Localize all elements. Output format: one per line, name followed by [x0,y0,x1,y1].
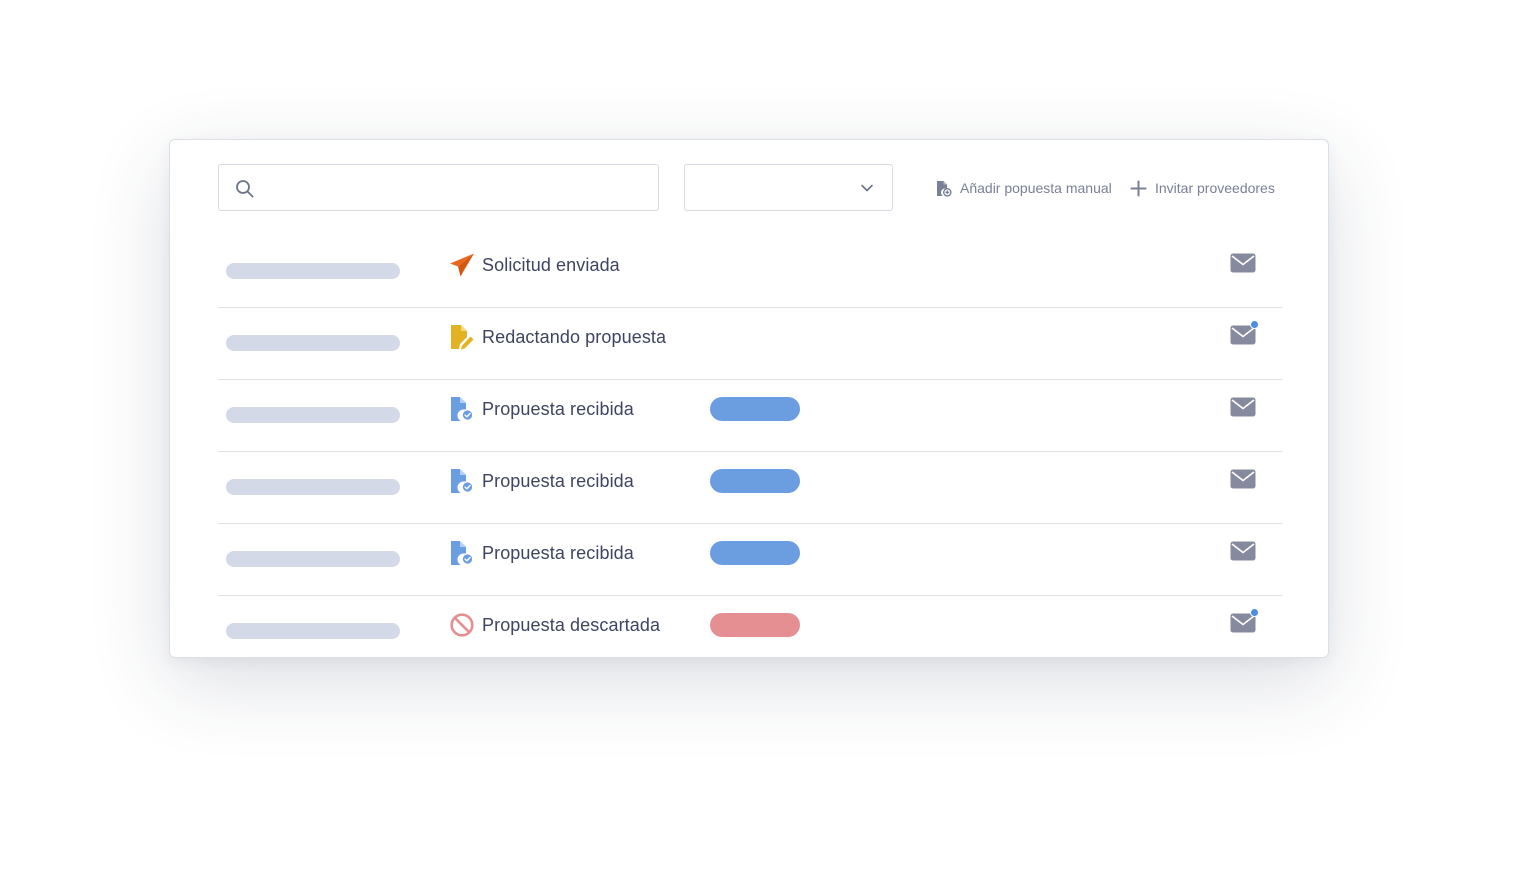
supplier-row[interactable]: Propuesta recibida [218,524,1283,596]
supplier-name-placeholder [226,551,400,567]
supplier-row[interactable]: Propuesta recibida [218,380,1283,452]
add-manual-proposal-label: Añadir popuesta manual [960,180,1112,196]
mail-button[interactable] [1230,469,1256,489]
search-field[interactable] [218,164,659,212]
status-label: Propuesta recibida [482,542,634,563]
ban-icon [449,612,475,638]
mail-button[interactable] [1230,541,1256,561]
plus-icon [1130,180,1147,196]
status-label: Redactando propuesta [482,326,667,347]
mail-button[interactable] [1230,253,1256,273]
status: Redactando propuesta [449,324,666,350]
supplier-name-placeholder [226,335,400,351]
envelope-icon [1230,325,1256,349]
supplier-row[interactable]: Propuesta descartada [218,596,1283,668]
envelope-icon [1230,469,1256,493]
supplier-name-placeholder [226,407,400,423]
envelope-icon [1230,253,1256,277]
invite-suppliers-label: Invitar proveedores [1155,180,1275,196]
status-badge [710,541,800,565]
document-edit-icon [449,324,475,350]
status-badge [710,397,800,421]
envelope-icon [1230,541,1256,565]
status: Propuesta recibida [449,396,634,422]
supplier-row[interactable]: Solicitud enviada [218,236,1283,308]
unread-dot [1250,320,1259,329]
document-add-icon [937,180,952,197]
proposals-panel: Añadir popuesta manual Invitar proveedor… [169,139,1329,658]
mail-button[interactable] [1230,397,1256,417]
supplier-row[interactable]: Redactando propuesta [218,308,1283,380]
chevron-down-icon [861,184,873,192]
document-check-icon [449,396,475,422]
document-check-icon [449,540,475,566]
status: Propuesta recibida [449,540,634,566]
search-icon [236,180,254,198]
envelope-icon [1230,613,1256,637]
proposals-list: Solicitud enviada Redactando propuesta Pro… [218,236,1283,668]
status: Solicitud enviada [449,252,620,278]
status: Propuesta recibida [449,468,634,494]
search-input[interactable] [263,165,648,212]
status-label: Solicitud enviada [482,254,620,275]
supplier-name-placeholder [226,623,400,639]
status-label: Propuesta recibida [482,470,634,491]
mail-button[interactable] [1230,608,1259,633]
supplier-row[interactable]: Propuesta recibida [218,452,1283,524]
status-label: Propuesta descartada [482,614,661,635]
status: Propuesta descartada [449,612,660,638]
supplier-name-placeholder [226,479,400,495]
mail-button[interactable] [1230,320,1259,345]
status-label: Propuesta recibida [482,398,634,419]
status-badge [710,613,800,637]
status-filter-select[interactable] [684,164,893,211]
document-check-icon [449,468,475,494]
add-manual-proposal-button[interactable]: Añadir popuesta manual [935,178,1112,198]
status-badge [710,469,800,493]
paper-plane-icon [449,252,475,278]
envelope-icon [1230,397,1256,421]
invite-suppliers-button[interactable]: Invitar proveedores [1130,178,1275,198]
unread-dot [1250,608,1259,617]
supplier-name-placeholder [226,263,400,279]
